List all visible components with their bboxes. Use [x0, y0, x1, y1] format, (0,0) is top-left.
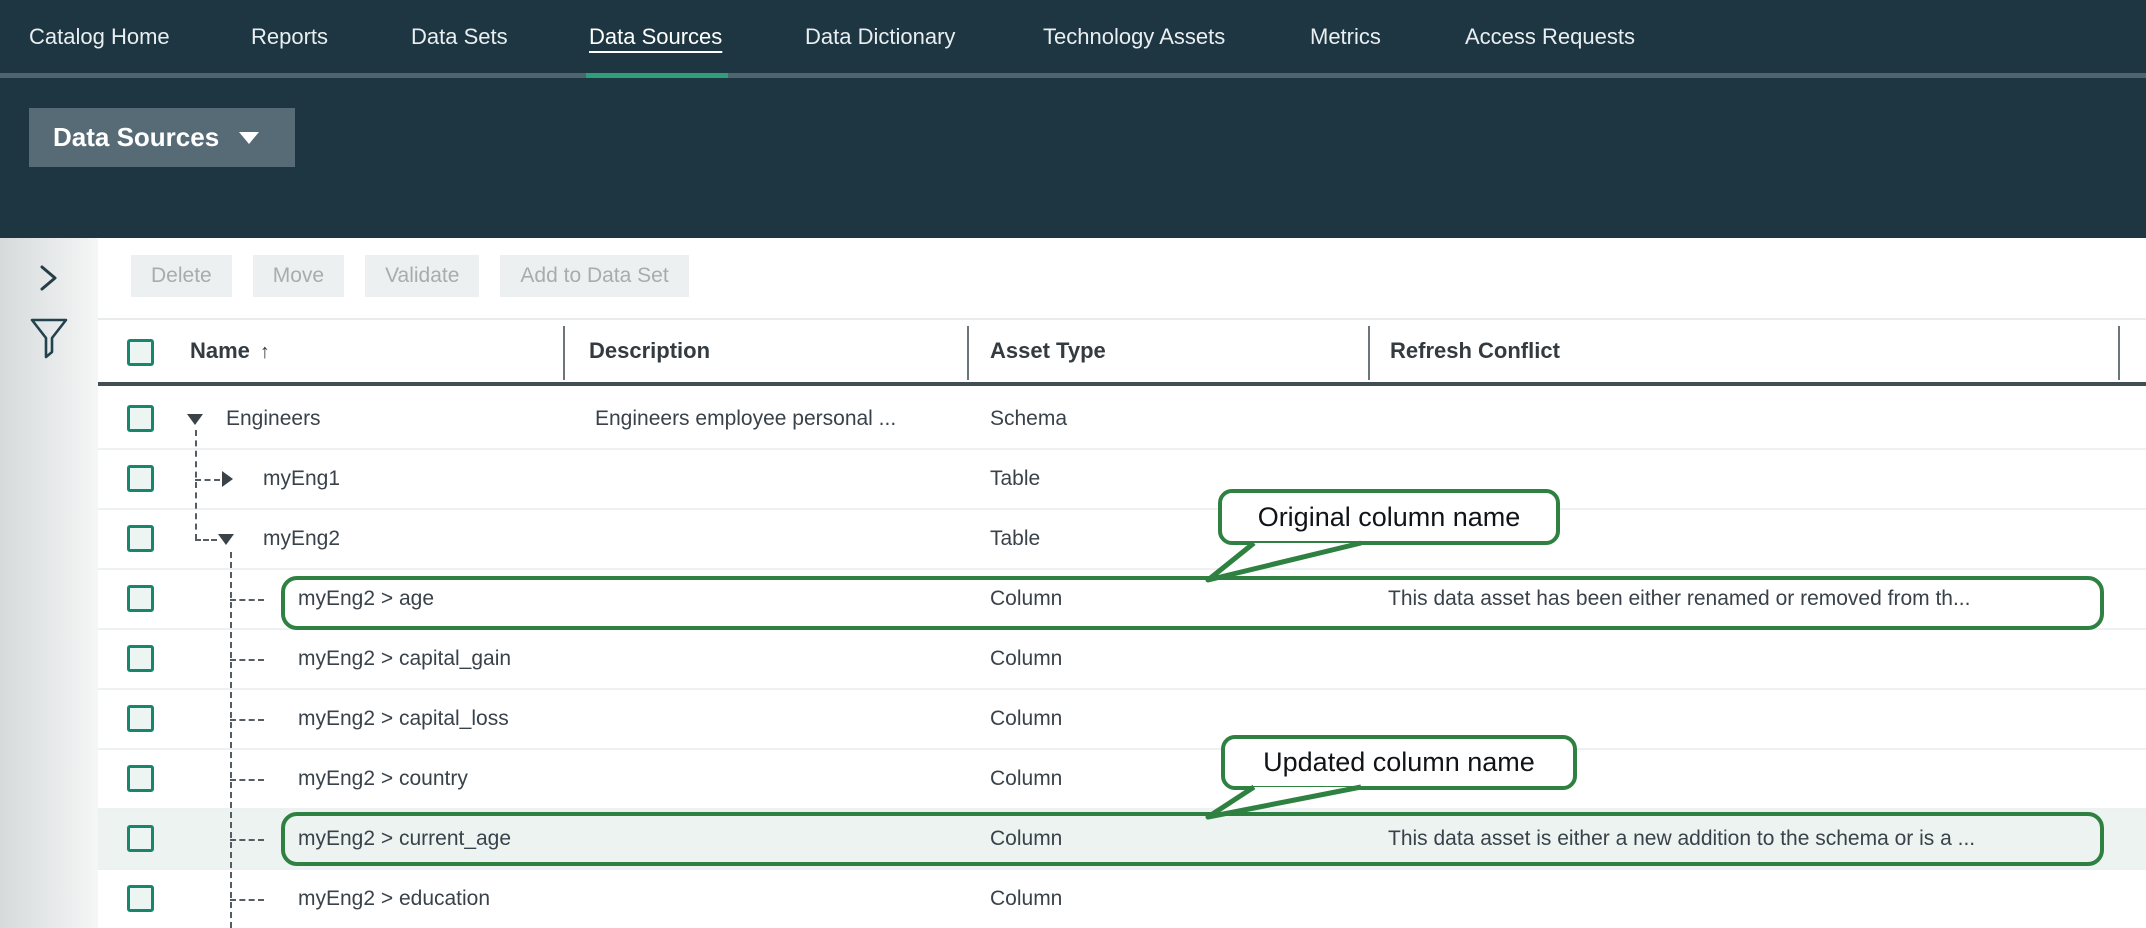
caret-down-icon[interactable] — [187, 414, 203, 425]
app-window: Catalog Home Reports Data Sets Data Sour… — [0, 0, 2146, 928]
asset-name[interactable]: myEng1 — [263, 467, 340, 491]
table-row: myEng2 > current_age Column This data as… — [98, 810, 2146, 870]
nav-tab-label: Metrics — [1310, 24, 1381, 50]
tree-line — [230, 719, 264, 721]
sort-ascending-icon[interactable]: ↑ — [260, 341, 270, 363]
row-checkbox[interactable] — [127, 405, 154, 432]
nav-tab-label: Catalog Home — [29, 24, 170, 50]
tree-line — [195, 430, 197, 540]
table-row: myEng2 > education Column — [98, 870, 2146, 928]
column-header-refresh-conflict[interactable]: Refresh Conflict — [1390, 338, 1560, 364]
callout-updated-column-name: Updated column name — [1221, 735, 1577, 790]
column-divider — [563, 326, 565, 380]
caret-down-icon — [239, 132, 259, 144]
nav-tab-catalog-home[interactable]: Catalog Home — [29, 0, 170, 73]
asset-type: Schema — [990, 407, 1067, 431]
row-checkbox[interactable] — [127, 885, 154, 912]
table-row: myEng2 > age Column This data asset has … — [98, 570, 2146, 630]
page-header: Data Sources View for displaying all dat… — [0, 78, 2146, 238]
refresh-conflict-message: This data asset has been either renamed … — [1388, 587, 1970, 611]
nav-tab-data-dictionary[interactable]: Data Dictionary — [805, 0, 955, 73]
asset-type: Table — [990, 467, 1040, 491]
nav-tab-label: Reports — [251, 24, 328, 50]
asset-name[interactable]: myEng2 > capital_gain — [298, 647, 511, 671]
content-area: Delete Move Validate Add to Data Set Nam… — [98, 238, 2146, 928]
row-checkbox[interactable] — [127, 465, 154, 492]
asset-name[interactable]: myEng2 — [263, 527, 340, 551]
bulk-actions-toolbar: Delete Move Validate Add to Data Set — [131, 255, 689, 297]
asset-type: Column — [990, 647, 1062, 671]
tree-line — [230, 779, 264, 781]
expand-panel-icon[interactable] — [34, 262, 62, 294]
row-checkbox[interactable] — [127, 765, 154, 792]
top-nav: Catalog Home Reports Data Sets Data Sour… — [0, 0, 2146, 78]
row-checkbox[interactable] — [127, 825, 154, 852]
nav-tab-technology-assets[interactable]: Technology Assets — [1043, 0, 1225, 73]
nav-tab-label: Technology Assets — [1043, 24, 1225, 50]
column-divider — [1368, 326, 1370, 380]
nav-tab-label: Access Requests — [1465, 24, 1635, 50]
callout-original-column-name: Original column name — [1218, 489, 1560, 545]
validate-button[interactable]: Validate — [365, 255, 479, 297]
column-header-label: Name — [190, 338, 250, 363]
row-checkbox[interactable] — [127, 525, 154, 552]
column-divider — [967, 326, 969, 380]
tree-line — [230, 899, 264, 901]
asset-type: Column — [990, 827, 1062, 851]
tree-line — [230, 599, 264, 601]
nav-tab-reports[interactable]: Reports — [251, 0, 328, 73]
tree-line — [230, 659, 264, 661]
select-all-checkbox[interactable] — [127, 339, 154, 366]
table-header-row: Name ↑ Description Asset Type Refresh Con… — [98, 318, 2146, 386]
column-header-description[interactable]: Description — [589, 338, 710, 364]
asset-name[interactable]: myEng2 > country — [298, 767, 468, 791]
table-row: myEng2 > capital_loss Column — [98, 690, 2146, 750]
tree-line — [195, 479, 220, 481]
add-to-data-set-button[interactable]: Add to Data Set — [500, 255, 688, 297]
delete-button[interactable]: Delete — [131, 255, 232, 297]
column-header-name[interactable]: Name ↑ — [190, 338, 270, 364]
asset-type: Table — [990, 527, 1040, 551]
table-body: Engineers Engineers employee personal ..… — [98, 390, 2146, 928]
nav-tab-data-sources[interactable]: Data Sources — [589, 0, 722, 73]
row-checkbox[interactable] — [127, 645, 154, 672]
nav-tab-label: Data Dictionary — [805, 24, 955, 50]
view-selector-button[interactable]: Data Sources — [29, 108, 295, 167]
tree-line — [230, 552, 232, 928]
tree-line — [195, 539, 217, 541]
table-row: myEng2 Table — [98, 510, 2146, 570]
asset-name[interactable]: myEng2 > current_age — [298, 827, 511, 851]
table-row: myEng2 > capital_gain Column — [98, 630, 2146, 690]
row-checkbox[interactable] — [127, 705, 154, 732]
table-row: myEng2 > country Column — [98, 750, 2146, 810]
asset-name[interactable]: myEng2 > education — [298, 887, 490, 911]
asset-type: Column — [990, 767, 1062, 791]
nav-tab-data-sets[interactable]: Data Sets — [411, 0, 508, 73]
caret-right-icon[interactable] — [222, 471, 233, 487]
column-divider — [2118, 326, 2120, 380]
view-selector-label: Data Sources — [53, 122, 219, 153]
table-row: myEng1 Table — [98, 450, 2146, 510]
asset-type: Column — [990, 887, 1062, 911]
caret-down-icon[interactable] — [218, 534, 234, 545]
table-row: Engineers Engineers employee personal ..… — [98, 390, 2146, 450]
nav-tab-metrics[interactable]: Metrics — [1310, 0, 1381, 73]
left-panel — [0, 238, 98, 928]
asset-name[interactable]: myEng2 > age — [298, 587, 434, 611]
asset-type: Column — [990, 587, 1062, 611]
tree-line — [230, 839, 264, 841]
active-tab-indicator — [586, 73, 728, 78]
column-header-asset-type[interactable]: Asset Type — [990, 338, 1106, 364]
asset-description: Engineers employee personal ... — [595, 407, 896, 431]
refresh-conflict-message: This data asset is either a new addition… — [1388, 827, 1975, 851]
asset-name[interactable]: myEng2 > capital_loss — [298, 707, 509, 731]
row-checkbox[interactable] — [127, 585, 154, 612]
asset-type: Column — [990, 707, 1062, 731]
asset-name[interactable]: Engineers — [226, 407, 321, 431]
nav-tab-access-requests[interactable]: Access Requests — [1465, 0, 1635, 73]
move-button[interactable]: Move — [253, 255, 344, 297]
filter-icon[interactable] — [28, 316, 70, 360]
nav-tab-label: Data Sources — [589, 24, 722, 50]
nav-tab-label: Data Sets — [411, 24, 508, 50]
